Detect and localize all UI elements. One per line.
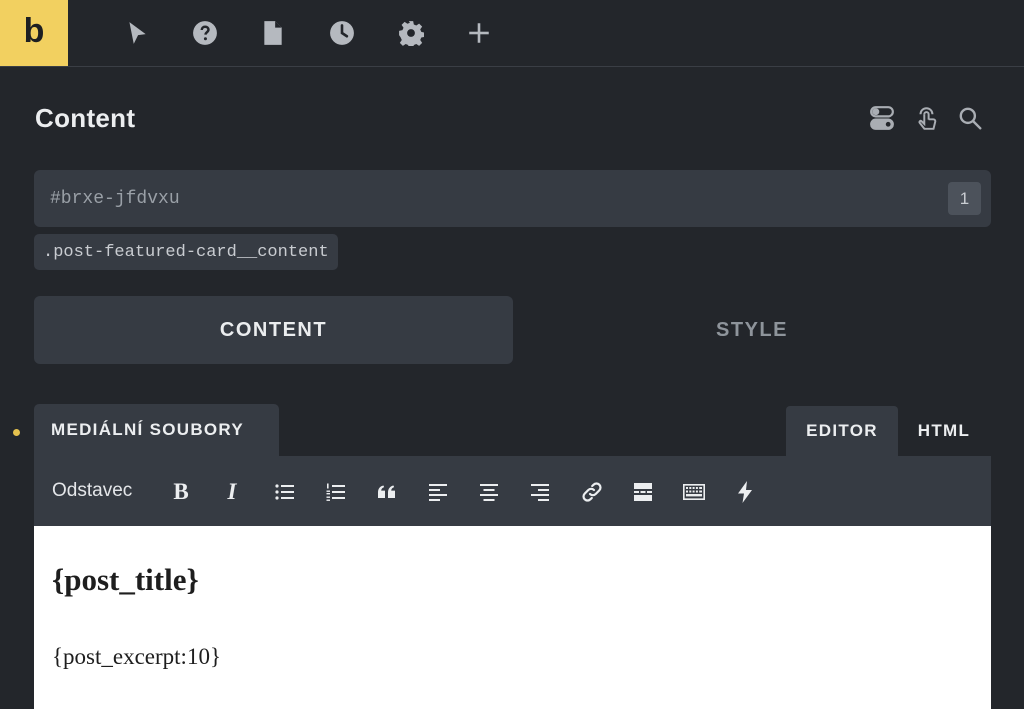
add-media-button[interactable]: MEDIÁLNÍ SOUBORY [34,404,279,456]
add-icon[interactable] [464,18,494,48]
content-heading: {post_title} [52,562,199,597]
cursor-icon[interactable] [122,18,152,48]
tab-editor-html[interactable]: HTML [898,406,990,456]
help-icon[interactable] [190,18,220,48]
logo-letter: b [23,12,45,50]
history-icon[interactable] [327,18,357,48]
tab-editor-visual[interactable]: EDITOR [786,406,898,456]
id-count-badge: 1 [948,182,981,215]
touch-icon[interactable] [913,104,941,132]
changed-indicator-dot [13,429,20,436]
dynamic-data-icon[interactable] [731,478,759,506]
link-icon[interactable] [578,478,606,506]
align-left-icon[interactable] [424,478,452,506]
align-center-icon[interactable] [475,478,503,506]
element-id-field[interactable]: 1 [34,170,991,227]
read-more-icon[interactable] [629,478,657,506]
class-chip[interactable]: .post-featured-card__content [34,234,338,270]
numbered-list-icon[interactable] [322,478,350,506]
italic-button[interactable]: I [218,478,246,506]
bricks-logo[interactable]: b [0,0,68,66]
editor-toolbar: Odstavec B I [34,456,991,526]
blockquote-icon[interactable] [373,478,401,506]
search-icon[interactable] [956,104,984,132]
align-right-icon[interactable] [526,478,554,506]
editor-content[interactable]: {post_title} {post_excerpt:10} [34,526,991,709]
page-icon[interactable] [258,18,288,48]
panel-title: Content [35,103,136,133]
top-toolbar: b [0,0,1024,67]
toolbar-toggle-icon[interactable] [680,478,708,506]
element-id-input[interactable] [50,170,910,227]
bullet-list-icon[interactable] [271,478,299,506]
tab-style[interactable]: STYLE [513,296,991,364]
toggle-icon[interactable] [868,104,896,132]
bold-button[interactable]: B [167,478,195,506]
tab-content[interactable]: CONTENT [34,296,513,364]
content-paragraph: {post_excerpt:10} [52,644,221,669]
format-select[interactable]: Odstavec [52,456,132,526]
settings-icon[interactable] [396,18,426,48]
